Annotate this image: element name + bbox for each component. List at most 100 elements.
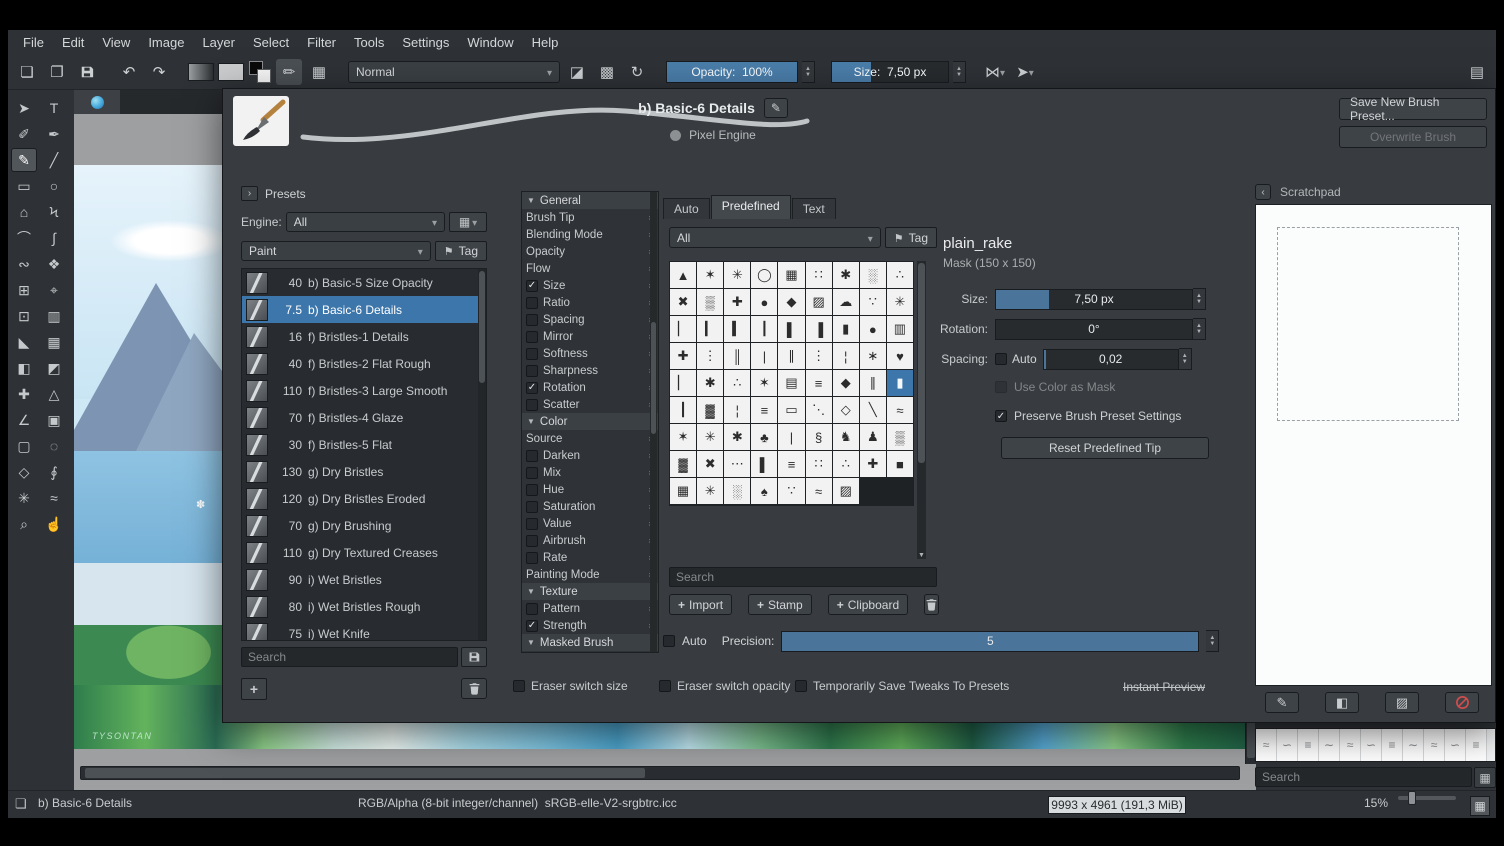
checkbox[interactable]: [526, 552, 538, 564]
preset-list-item[interactable]: 110f) Bristles-3 Large Smooth: [242, 377, 486, 404]
tool-transform[interactable]: ⊞: [11, 278, 37, 302]
brush-tip-cell[interactable]: ║: [724, 343, 750, 369]
brush-option-size[interactable]: Size: [522, 277, 658, 294]
brush-tip-cell[interactable]: ✶: [751, 370, 777, 396]
brush-option-softness[interactable]: Softness: [522, 345, 658, 362]
tip-rotation-spinner[interactable]: [1193, 318, 1206, 340]
checkbox[interactable]: [526, 535, 538, 547]
preset-thumbnail[interactable]: ∽: [1445, 729, 1466, 761]
brush-option-painting-mode[interactable]: Painting Mode: [522, 566, 658, 583]
brush-tip-cell[interactable]: ▏: [670, 370, 696, 396]
foreground-background-colors[interactable]: [248, 60, 272, 84]
redo-button[interactable]: ↷: [146, 59, 172, 85]
brush-tip-cell[interactable]: ✚: [724, 289, 750, 315]
tool-dynamic-brush[interactable]: ∾: [11, 252, 37, 276]
brush-tip-cell[interactable]: ≡: [806, 370, 832, 396]
brush-option-mix[interactable]: Mix: [522, 464, 658, 481]
tool-color-sampler[interactable]: ◣: [11, 330, 37, 354]
tool-multibrush[interactable]: ❖: [41, 252, 67, 276]
preset-list-scrollbar[interactable]: [478, 269, 486, 640]
brush-tip-cell[interactable]: ✳: [724, 262, 750, 288]
preset-thumbnail[interactable]: ≈: [1340, 729, 1361, 761]
brush-option-hue[interactable]: Hue: [522, 481, 658, 498]
brush-tip-cell[interactable]: ▲: [670, 262, 696, 288]
preset-list-item[interactable]: 40b) Basic-5 Size Opacity: [242, 269, 486, 296]
preset-list-item[interactable]: 75i) Wet Knife: [242, 620, 486, 641]
preset-list-item[interactable]: 30f) Bristles-5 Flat: [242, 431, 486, 458]
brush-tip-cell[interactable]: ◆: [778, 289, 804, 315]
brush-tip-cell[interactable]: ≈: [806, 478, 832, 504]
brush-preset-chooser-button[interactable]: ▦: [306, 59, 332, 85]
preset-thumbnail[interactable]: ≡: [1298, 729, 1319, 761]
stamp-tip-button[interactable]: Stamp: [748, 594, 812, 615]
brush-option-rotation[interactable]: Rotation: [522, 379, 658, 396]
brush-tip-cell[interactable]: ╲: [860, 397, 886, 423]
brush-tip-cell[interactable]: ✖: [697, 451, 723, 477]
brush-option-brush-tip[interactable]: Brush Tip: [522, 209, 658, 226]
horizontal-scrollbar-thumb[interactable]: [85, 768, 645, 778]
options-section-general[interactable]: General: [522, 192, 658, 209]
menu-tools[interactable]: Tools: [345, 33, 393, 52]
checkbox[interactable]: [526, 280, 538, 292]
brush-tip-cell[interactable]: ▒: [887, 424, 913, 450]
preset-thumbnail[interactable]: ≡: [1466, 729, 1487, 761]
document-tab[interactable]: [74, 90, 120, 114]
checkbox[interactable]: [795, 680, 807, 692]
preset-list-item[interactable]: 16f) Bristles-1 Details: [242, 323, 486, 350]
preset-thumbnail[interactable]: ∼: [1403, 729, 1424, 761]
tip-spacing-spinner[interactable]: [1179, 348, 1192, 370]
docker-filter-button[interactable]: [1474, 767, 1496, 788]
brush-tip-cell[interactable]: ✱: [724, 424, 750, 450]
tool-freehand-brush[interactable]: ✎: [11, 148, 37, 172]
workspace-chooser-button[interactable]: ▤: [1464, 59, 1490, 85]
tip-size-spinner[interactable]: [1193, 288, 1206, 310]
brush-tip-cell[interactable]: ■: [887, 451, 913, 477]
tool-contiguous-selection[interactable]: ✳: [11, 486, 37, 510]
checkbox[interactable]: [526, 348, 538, 360]
preset-thumbnail[interactable]: ≈: [1424, 729, 1445, 761]
tip-search-input[interactable]: [669, 567, 937, 587]
brush-option-blending-mode[interactable]: Blending Mode: [522, 226, 658, 243]
brush-tip-cell[interactable]: ▤: [778, 370, 804, 396]
tool-smart-patch[interactable]: ✚: [11, 382, 37, 406]
brush-tip-cell[interactable]: ▮: [833, 316, 859, 342]
brush-tip-cell[interactable]: ⋮: [806, 343, 832, 369]
preset-thumbnail[interactable]: ≈: [1256, 729, 1277, 761]
options-section-color[interactable]: Color: [522, 413, 658, 430]
brush-tip-cell[interactable]: ∷: [806, 451, 832, 477]
brush-option-scatter[interactable]: Scatter: [522, 396, 658, 413]
eraser-mode-button[interactable]: ◪: [564, 59, 590, 85]
open-document-button[interactable]: ❐: [44, 59, 70, 85]
brush-tip-cell[interactable]: ✚: [670, 343, 696, 369]
use-color-as-mask-checkbox[interactable]: [995, 381, 1007, 393]
tag-filter-dropdown[interactable]: Paint: [241, 241, 431, 261]
checkbox[interactable]: [526, 467, 538, 479]
brush-tip-cell[interactable]: ✚: [860, 451, 886, 477]
brush-tip-cell[interactable]: ¦: [724, 397, 750, 423]
preset-thumbnail[interactable]: ∽: [1277, 729, 1298, 761]
checkbox[interactable]: [526, 314, 538, 326]
brush-tip-cell[interactable]: ✖: [670, 289, 696, 315]
menu-edit[interactable]: Edit: [53, 33, 93, 52]
brush-tip-cell[interactable]: ◆: [833, 370, 859, 396]
brush-tip-cell[interactable]: ▨: [806, 289, 832, 315]
brush-tip-cell[interactable]: |: [778, 424, 804, 450]
preset-list-item[interactable]: 70f) Bristles-4 Glaze: [242, 404, 486, 431]
preset-list-item[interactable]: 120g) Dry Bristles Eroded: [242, 485, 486, 512]
brush-tip-cell[interactable]: ▦: [778, 262, 804, 288]
brush-option-pattern[interactable]: Pattern: [522, 600, 658, 617]
tool-ellipse[interactable]: ○: [41, 174, 67, 198]
checkbox[interactable]: [526, 382, 538, 394]
tool-bezier-curve[interactable]: ⌒: [11, 226, 37, 250]
spacing-auto-checkbox[interactable]: [995, 353, 1007, 365]
options-scrollbar[interactable]: [650, 192, 657, 652]
brush-tip-cell[interactable]: |: [751, 343, 777, 369]
menu-view[interactable]: View: [93, 33, 139, 52]
tool-polyline[interactable]: Ϟ: [41, 200, 67, 224]
brush-tip-cell[interactable]: ✳: [697, 424, 723, 450]
brush-tip-cell[interactable]: ⋯: [724, 451, 750, 477]
zoom-slider-thumb[interactable]: [1408, 791, 1416, 805]
preset-list-item[interactable]: 80i) Wet Bristles Rough: [242, 593, 486, 620]
brush-option-mirror[interactable]: Mirror: [522, 328, 658, 345]
checkbox[interactable]: [526, 518, 538, 530]
